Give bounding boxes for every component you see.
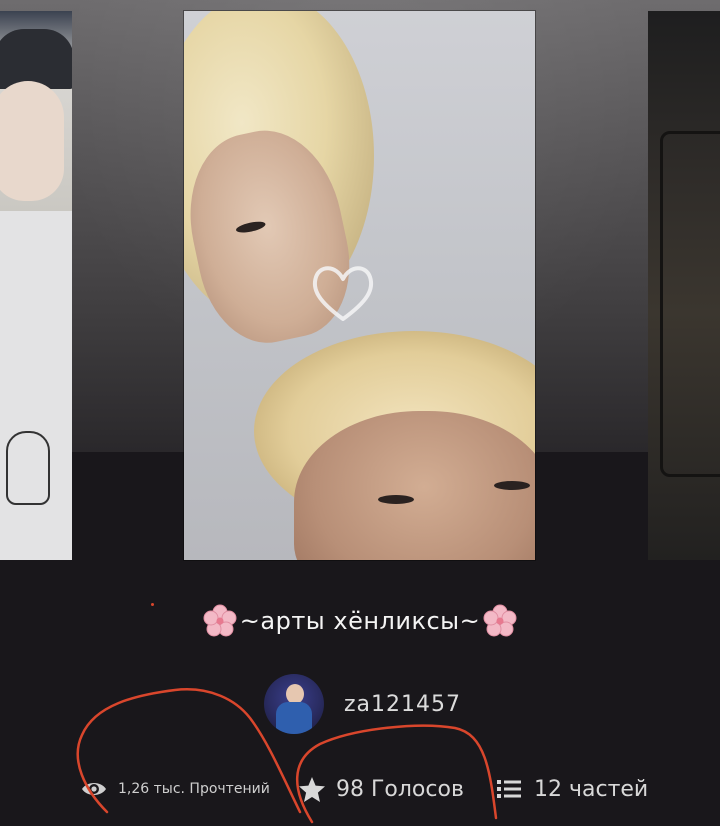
author-row[interactable]: za121457 bbox=[264, 674, 461, 734]
cover-next-story[interactable] bbox=[648, 11, 720, 560]
author-username[interactable]: za121457 bbox=[344, 692, 461, 717]
cover-figure-hat bbox=[0, 29, 72, 89]
pink-flower-icon bbox=[483, 604, 517, 637]
votes-stat: 98 Голосов bbox=[298, 766, 464, 812]
cover-object bbox=[660, 131, 720, 477]
reads-stat: 1,26 тыс. Прочтений bbox=[80, 766, 270, 812]
story-stats: 1,26 тыс. Прочтений 98 Голосов 12 частей bbox=[0, 766, 720, 812]
list-icon bbox=[497, 780, 521, 798]
avatar-jacket bbox=[276, 702, 312, 734]
heart-icon bbox=[312, 266, 374, 321]
avatar[interactable] bbox=[264, 674, 324, 734]
story-title: ~арты хёнликсы~ bbox=[239, 607, 481, 635]
cover-eye bbox=[235, 219, 267, 235]
parts-stat[interactable]: 12 частей bbox=[496, 766, 648, 812]
cover-eye bbox=[378, 495, 414, 504]
eye-icon bbox=[82, 783, 106, 795]
parts-count: 12 частей bbox=[534, 776, 649, 802]
reads-count: 1,26 тыс. Прочтений bbox=[118, 781, 270, 797]
cover-figure-shirt bbox=[0, 211, 72, 560]
cover-prev-story[interactable] bbox=[0, 11, 72, 560]
pink-flower-icon bbox=[203, 604, 237, 637]
story-title-row: ~арты хёнликсы~ bbox=[0, 598, 720, 644]
cover-figure-face bbox=[0, 81, 64, 201]
avatar-head bbox=[286, 684, 304, 704]
cover-current-story[interactable] bbox=[184, 11, 535, 560]
cover-doodle bbox=[6, 431, 50, 505]
cover-eye bbox=[494, 481, 530, 490]
star-icon bbox=[299, 776, 325, 802]
votes-count: 98 Голосов bbox=[336, 776, 464, 802]
